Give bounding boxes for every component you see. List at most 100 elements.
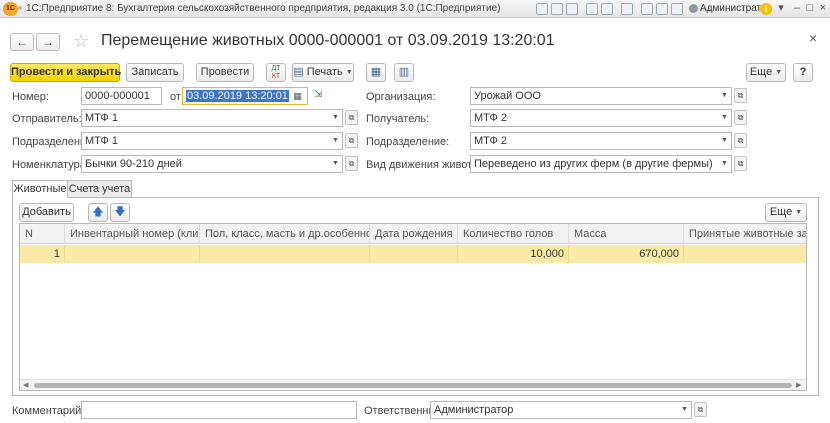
responsible-input[interactable]: Администратор <box>430 401 692 419</box>
chevron-down-icon: ▼ <box>795 209 803 216</box>
add-row-button[interactable]: Добавить <box>19 203 74 222</box>
column-header[interactable]: N <box>20 224 65 244</box>
settings-chevron-icon[interactable]: ▾ <box>774 2 788 16</box>
chevron-down-icon[interactable]: ▼ <box>329 110 342 126</box>
user-icon <box>689 4 698 13</box>
chevron-down-icon[interactable]: ▼ <box>718 133 731 149</box>
mass-cell[interactable]: 670,000 <box>569 245 684 263</box>
chevron-down-icon: ▼ <box>775 69 783 76</box>
column-header[interactable]: Количество голов <box>458 224 569 244</box>
open-sender-icon[interactable]: ⧉ <box>345 110 358 125</box>
print-icon[interactable] <box>551 3 563 15</box>
chevron-down-icon[interactable]: ▼ <box>718 110 731 126</box>
receiver-label: Получатель: <box>366 113 430 125</box>
arrow-down-icon: 🡇 <box>114 206 126 218</box>
post-button[interactable]: Провести <box>196 63 254 82</box>
dt-label: ДТ <box>271 65 281 72</box>
forward-button[interactable]: → <box>36 33 60 51</box>
calendar-icon[interactable] <box>601 3 613 15</box>
comment-input[interactable] <box>81 401 357 419</box>
close-window-icon[interactable]: × <box>816 2 830 16</box>
save-button[interactable]: Записать <box>126 63 184 82</box>
print-button[interactable]: ▤ Печать ▼ <box>292 63 354 82</box>
minimize-icon[interactable]: – <box>790 2 804 16</box>
calculator-icon[interactable] <box>621 3 633 15</box>
preview-icon[interactable] <box>566 3 578 15</box>
open-receiver-icon[interactable]: ⧉ <box>734 110 747 125</box>
arrow-up-icon: 🡅 <box>92 206 104 218</box>
nomenclature-input[interactable]: Бычки 90-210 дней <box>81 155 343 173</box>
maximize-icon[interactable]: □ <box>803 2 817 16</box>
open-organization-icon[interactable]: ⧉ <box>734 88 747 103</box>
table-more-button[interactable]: Еще ▼ <box>765 203 807 222</box>
number-label: Номер: <box>12 91 49 103</box>
organization-input[interactable]: Урожай ООО <box>470 87 732 105</box>
dept-to-input[interactable]: МТФ 2 <box>470 132 732 150</box>
back-button[interactable]: ← <box>10 33 34 51</box>
features-cell[interactable] <box>200 245 370 263</box>
move-up-button[interactable]: 🡅 <box>88 203 108 222</box>
chevron-down-icon[interactable]: ▼ <box>718 156 731 172</box>
window-title: 1С:Предприятие 8: Бухгалтерия сельскохоз… <box>26 3 501 14</box>
row-number[interactable]: 1 <box>20 245 65 263</box>
structure-icon: ▦ <box>370 66 382 78</box>
comment-label: Комментарий: <box>12 405 85 417</box>
horizontal-scrollbar[interactable]: ◀ ▶ <box>20 379 806 390</box>
favorite-star-icon[interactable]: ☆ <box>73 31 89 51</box>
chevron-down-icon[interactable]: ▼ <box>718 88 731 104</box>
report-icon: ▥ <box>398 66 410 78</box>
document-title: Перемещение животных 0000-000001 от 03.0… <box>101 32 555 49</box>
info-icon[interactable]: i <box>760 3 772 15</box>
open-dept-to-icon[interactable]: ⧉ <box>734 133 747 148</box>
open-responsible-icon[interactable]: ⧉ <box>694 402 707 417</box>
more-label: Еще <box>749 66 773 78</box>
save-icon[interactable] <box>536 3 548 15</box>
structure-button[interactable]: ▦ <box>366 63 386 82</box>
help-button[interactable]: ? <box>793 63 813 82</box>
chevron-down-icon[interactable]: ▼ <box>329 133 342 149</box>
bookmark-icon[interactable] <box>671 3 683 15</box>
tab-accounts[interactable]: Счета учета <box>67 180 132 198</box>
chevron-down-icon[interactable]: ▼ <box>329 156 342 172</box>
open-nomenclature-icon[interactable]: ⧉ <box>345 156 358 171</box>
tab-animals[interactable]: Животные <box>12 180 68 198</box>
column-header[interactable]: Пол, класс, масть и др.особенности <box>200 224 370 244</box>
assigned-cell[interactable] <box>684 245 806 263</box>
column-header[interactable]: Масса <box>569 224 684 244</box>
number-input[interactable]: 0000-000001 <box>81 87 162 105</box>
dt-kt-button[interactable]: ДТ КТ <box>266 63 286 82</box>
count-cell[interactable]: 10,000 <box>458 245 569 263</box>
open-movement-type-icon[interactable]: ⧉ <box>734 156 747 171</box>
printer-icon: ▤ <box>293 66 304 78</box>
birth-date-cell[interactable] <box>370 245 458 263</box>
more-button[interactable]: Еще ▼ <box>746 63 786 82</box>
scroll-left-icon[interactable]: ◀ <box>23 381 28 389</box>
scrollbar-thumb[interactable] <box>34 383 792 388</box>
column-header[interactable]: Инвентарный номер (кличка) <box>65 224 200 244</box>
move-down-button[interactable]: 🡇 <box>110 203 130 222</box>
zoom-out-icon[interactable] <box>641 3 653 15</box>
animals-table[interactable]: N Инвентарный номер (кличка) Пол, класс,… <box>19 223 807 391</box>
scroll-right-icon[interactable]: ▶ <box>796 381 801 389</box>
app-logo-icon[interactable]: 1С <box>3 2 18 16</box>
calendar-icon[interactable]: ▦ <box>291 88 304 104</box>
column-header[interactable]: Дата рождения <box>370 224 458 244</box>
inventory-cell[interactable] <box>65 245 200 263</box>
date-value: 03.09.2019 13:20:01 <box>186 90 289 102</box>
movement-type-input[interactable]: Переведено из других ферм (в другие ферм… <box>470 155 732 173</box>
chevron-down-icon: ▼ <box>345 69 353 76</box>
close-form-icon[interactable]: × <box>809 30 817 46</box>
fill-date-icon[interactable]: ⇲ <box>314 89 322 100</box>
sender-input[interactable]: МТФ 1 <box>81 109 343 127</box>
nomenclature-label: Номенклатура: <box>12 159 89 171</box>
history-icon[interactable] <box>586 3 598 15</box>
column-header[interactable]: Принятые животные закрепл <box>684 224 806 244</box>
date-input[interactable]: 03.09.2019 13:20:01 <box>182 87 308 105</box>
dept-from-input[interactable]: МТФ 1 <box>81 132 343 150</box>
report-button[interactable]: ▥ <box>394 63 414 82</box>
post-and-close-button[interactable]: Провести и закрыть <box>10 63 121 82</box>
chevron-down-icon[interactable]: ▼ <box>678 402 691 418</box>
open-dept-from-icon[interactable]: ⧉ <box>345 133 358 148</box>
receiver-input[interactable]: МТФ 2 <box>470 109 732 127</box>
zoom-in-icon[interactable] <box>656 3 668 15</box>
